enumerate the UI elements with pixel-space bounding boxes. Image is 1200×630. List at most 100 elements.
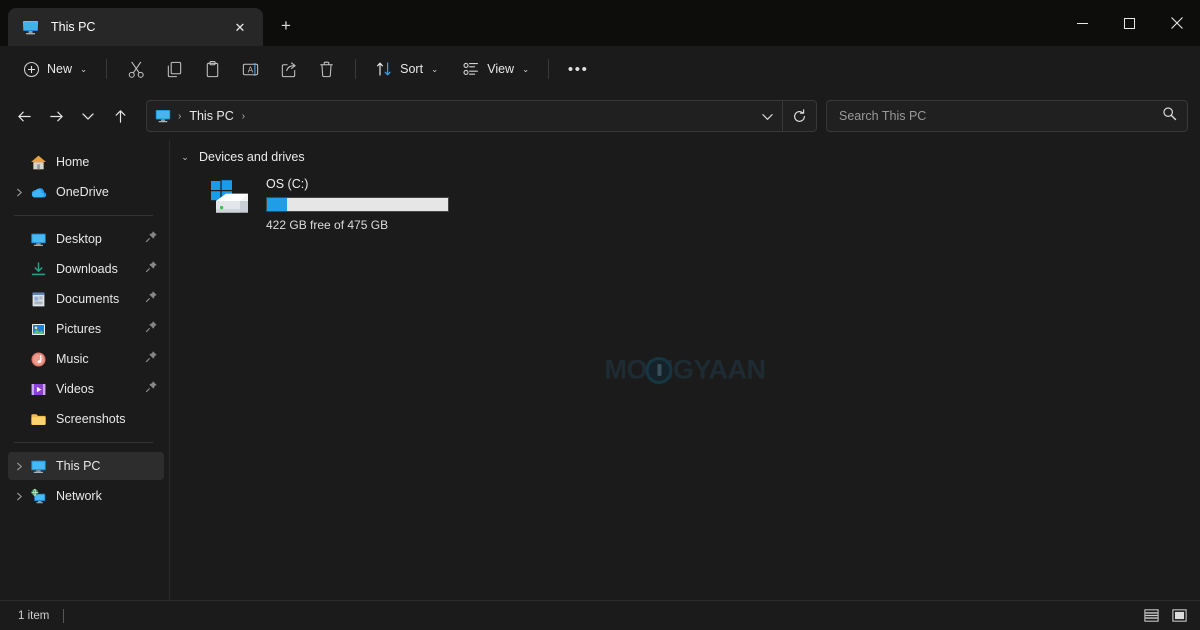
sidebar-item-label: Network	[56, 489, 102, 503]
drive-capacity-text: 422 GB free of 475 GB	[266, 218, 389, 232]
search-input[interactable]	[839, 109, 1162, 123]
sidebar-item-pictures[interactable]: Pictures	[8, 315, 164, 343]
onedrive-icon	[30, 184, 47, 201]
pin-icon[interactable]	[145, 320, 158, 338]
chevron-right-icon[interactable]	[8, 452, 30, 480]
chevron-down-icon	[82, 113, 94, 120]
address-bar-row: › This PC ›	[0, 92, 1200, 140]
view-button[interactable]: View ⌄	[453, 53, 538, 85]
sort-button[interactable]: Sort ⌄	[366, 53, 447, 85]
rename-button[interactable]: A	[231, 53, 269, 85]
chevron-right-icon[interactable]	[8, 482, 30, 510]
new-button-label: New	[47, 62, 73, 76]
windows-drive-icon	[208, 179, 254, 225]
expander-placeholder	[8, 148, 30, 176]
tab-close-icon[interactable]: ✕	[227, 14, 253, 40]
desktop-icon	[30, 231, 47, 248]
large-icons-view-button[interactable]	[1166, 604, 1192, 628]
drive-item-os-c[interactable]: OS (C:) 422 GB free of 475 GB	[202, 170, 457, 239]
window-body: Home OneDrive Desktop Downloads Document…	[0, 140, 1200, 600]
sidebar-item-onedrive[interactable]: OneDrive	[8, 178, 164, 206]
pin-icon[interactable]	[145, 260, 158, 278]
paste-icon	[206, 60, 218, 77]
details-view-button[interactable]	[1138, 604, 1164, 628]
delete-button[interactable]	[307, 53, 345, 85]
maximize-button[interactable]	[1106, 0, 1153, 46]
chevron-down-icon	[761, 113, 773, 120]
close-button[interactable]	[1153, 0, 1200, 46]
music-icon	[30, 351, 47, 368]
breadcrumb-item-this-pc[interactable]: This PC	[184, 106, 238, 126]
sidebar-item-this-pc[interactable]: This PC	[8, 452, 164, 480]
toolbar-divider-3	[548, 59, 550, 79]
videos-icon	[30, 381, 47, 398]
status-bar: 1 item	[0, 600, 1200, 630]
cut-button[interactable]	[117, 53, 155, 85]
sidebar-item-label: Downloads	[56, 262, 118, 276]
chevron-down-icon[interactable]: ⌄	[178, 152, 192, 163]
command-bar: New ⌄ A Sort ⌄ View ⌄ •••	[0, 46, 1200, 92]
sidebar-item-desktop[interactable]: Desktop	[8, 225, 164, 253]
sidebar-item-label: Screenshots	[56, 412, 126, 426]
paste-button[interactable]	[193, 53, 231, 85]
sidebar-item-screenshots[interactable]: Screenshots	[8, 405, 164, 433]
sidebar-item-downloads[interactable]: Downloads	[8, 255, 164, 283]
sidebar-item-label: Music	[56, 352, 89, 366]
pin-icon[interactable]	[145, 380, 158, 398]
expander-placeholder	[8, 345, 30, 373]
chevron-down-icon: ⌄	[80, 63, 88, 74]
sidebar-item-label: Documents	[56, 292, 120, 306]
copy-button[interactable]	[155, 53, 193, 85]
home-icon	[30, 154, 47, 171]
pin-icon[interactable]	[145, 230, 158, 248]
back-button[interactable]	[8, 100, 40, 132]
file-explorer-window: This PC ✕ + New ⌄ A Sort ⌄ View ⌄ ••• › …	[0, 0, 1200, 630]
see-more-button[interactable]: •••	[559, 53, 597, 85]
ellipsis-icon: •••	[567, 60, 589, 78]
minimize-button[interactable]	[1059, 0, 1106, 46]
sidebar-item-home[interactable]: Home	[8, 148, 164, 176]
sidebar-item-documents[interactable]: Documents	[8, 285, 164, 313]
search-box[interactable]	[826, 100, 1188, 132]
back-arrow-icon	[17, 111, 31, 121]
this-pc-icon	[22, 19, 39, 36]
sidebar-item-label: Desktop	[56, 232, 102, 246]
chevron-right-icon[interactable]	[8, 178, 30, 206]
sidebar-divider-1	[14, 215, 153, 216]
copy-icon	[167, 61, 181, 77]
sidebar-item-music[interactable]: Music	[8, 345, 164, 373]
up-button[interactable]	[104, 100, 136, 132]
downloads-icon	[30, 261, 47, 278]
breadcrumb-separator-trail[interactable]: ›	[239, 111, 248, 122]
view-icon	[463, 62, 479, 75]
pin-icon[interactable]	[145, 350, 158, 368]
this-pc-icon	[155, 108, 171, 124]
new-button[interactable]: New ⌄	[14, 53, 96, 85]
sidebar-item-videos[interactable]: Videos	[8, 375, 164, 403]
sort-icon	[377, 62, 391, 76]
forward-button[interactable]	[40, 100, 72, 132]
new-tab-button[interactable]: +	[269, 9, 303, 43]
address-bar[interactable]: › This PC ›	[146, 100, 817, 132]
share-icon	[281, 61, 296, 77]
sidebar-item-network[interactable]: Network	[8, 482, 164, 510]
forward-arrow-icon	[49, 111, 63, 121]
svg-text:A: A	[247, 65, 253, 74]
pin-icon[interactable]	[145, 290, 158, 308]
content-pane[interactable]: ⌄ Devices and drives OS (C:) 422 GB free…	[170, 140, 1200, 600]
expander-placeholder	[8, 285, 30, 313]
status-divider	[63, 608, 65, 623]
share-button[interactable]	[269, 53, 307, 85]
tab-this-pc[interactable]: This PC ✕	[8, 8, 263, 46]
refresh-button[interactable]	[782, 101, 816, 131]
drive-info: OS (C:) 422 GB free of 475 GB	[266, 175, 449, 232]
watermark: MOBIGYAAN	[604, 355, 766, 386]
address-dropdown-button[interactable]	[752, 101, 782, 131]
search-icon[interactable]	[1162, 106, 1177, 126]
view-button-label: View	[487, 62, 515, 76]
watermark-logo-icon	[645, 356, 673, 384]
drives-list: OS (C:) 422 GB free of 475 GB	[170, 170, 1200, 239]
recent-locations-button[interactable]	[72, 100, 104, 132]
sidebar-item-label: Pictures	[56, 322, 102, 336]
group-header-devices-and-drives[interactable]: ⌄ Devices and drives	[170, 140, 1200, 170]
